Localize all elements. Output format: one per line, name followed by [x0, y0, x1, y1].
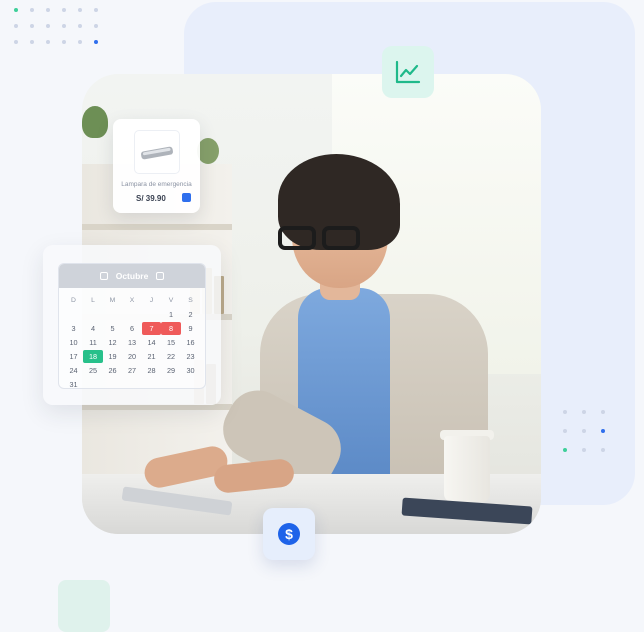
- calendar-header: Octubre: [59, 264, 205, 288]
- calendar: Octubre D L M X J V S 1 2 3 4 5 6 7 8 9 10 11 12 13 14 15 16 17…: [58, 263, 206, 389]
- calendar-month: Octubre: [115, 271, 149, 281]
- calendar-day[interactable]: 1: [161, 308, 181, 321]
- calendar-day[interactable]: 8: [161, 322, 181, 335]
- plant: [82, 106, 108, 138]
- coffee-cup: [444, 436, 490, 502]
- calendar-day[interactable]: 9: [181, 322, 201, 335]
- dollar-icon: $: [278, 523, 300, 545]
- next-month-button[interactable]: [156, 272, 165, 280]
- weekday-label: J: [149, 297, 154, 304]
- weekday-label: S: [188, 297, 193, 304]
- cart-icon[interactable]: [182, 193, 191, 202]
- lamp-icon: [141, 146, 173, 160]
- calendar-day[interactable]: 20: [122, 350, 142, 363]
- calendar-empty-cell: [103, 308, 123, 321]
- calendar-day[interactable]: 31: [64, 378, 84, 388]
- weekday-label: V: [168, 297, 174, 304]
- product-name: Lampara de emergencia: [121, 181, 192, 188]
- calendar-day[interactable]: 23: [181, 350, 201, 363]
- weekday-label: D: [71, 297, 76, 304]
- trend-chart-icon: [395, 60, 421, 84]
- calendar-day[interactable]: 21: [142, 350, 162, 363]
- product-price: S/ 39.90: [136, 194, 166, 203]
- calendar-day[interactable]: 18: [83, 350, 103, 363]
- calendar-day[interactable]: 10: [64, 336, 84, 349]
- calendar-empty-cell: [83, 308, 103, 321]
- weekday-label: X: [129, 297, 135, 304]
- calendar-day[interactable]: 2: [181, 308, 201, 321]
- product-card[interactable]: Lampara de emergencia S/ 39.90: [113, 119, 200, 213]
- decorative-dot-grid: [14, 8, 98, 44]
- calendar-day[interactable]: 13: [122, 336, 142, 349]
- calendar-day[interactable]: 15: [161, 336, 181, 349]
- dollar-tile: $: [263, 508, 315, 560]
- calendar-day[interactable]: 6: [122, 322, 142, 335]
- weekday-label: L: [91, 297, 95, 304]
- calendar-day[interactable]: 3: [64, 322, 84, 335]
- calendar-day[interactable]: 30: [181, 364, 201, 377]
- glasses: [278, 226, 368, 252]
- plant: [197, 138, 219, 164]
- calendar-day[interactable]: 11: [83, 336, 103, 349]
- calendar-day[interactable]: 28: [142, 364, 162, 377]
- calendar-empty-cell: [64, 308, 84, 321]
- product-image: [135, 131, 179, 173]
- calendar-day[interactable]: 17: [64, 350, 84, 363]
- calendar-day[interactable]: 7: [141, 322, 162, 335]
- calendar-day[interactable]: 4: [83, 322, 103, 335]
- calendar-grid: D L M X J V S 1 2 3 4 5 6 7 8 9 10 11 12 13 14 15 16 17 18 19 20 21…: [59, 288, 205, 388]
- prev-month-button[interactable]: [99, 272, 108, 280]
- calendar-day[interactable]: 16: [181, 336, 201, 349]
- calendar-day[interactable]: 19: [103, 350, 123, 363]
- weekday-label: M: [109, 297, 116, 304]
- calendar-day[interactable]: 12: [103, 336, 123, 349]
- decorative-dot-grid: [563, 410, 605, 452]
- calendar-day[interactable]: 29: [161, 364, 181, 377]
- calendar-empty-cell: [142, 308, 162, 321]
- calendar-day[interactable]: 14: [142, 336, 162, 349]
- calendar-card: Octubre D L M X J V S 1 2 3 4 5 6 7 8 9 10 11 12 13 14 15 16 17…: [43, 245, 221, 405]
- calendar-day[interactable]: 5: [103, 322, 123, 335]
- decorative-square: [58, 580, 110, 632]
- calendar-day[interactable]: 26: [103, 364, 123, 377]
- calendar-empty-cell: [122, 308, 142, 321]
- calendar-day[interactable]: 27: [122, 364, 142, 377]
- chart-tile: [382, 46, 434, 98]
- calendar-day[interactable]: 25: [83, 364, 103, 377]
- calendar-day[interactable]: 22: [161, 350, 181, 363]
- calendar-day[interactable]: 24: [64, 364, 84, 377]
